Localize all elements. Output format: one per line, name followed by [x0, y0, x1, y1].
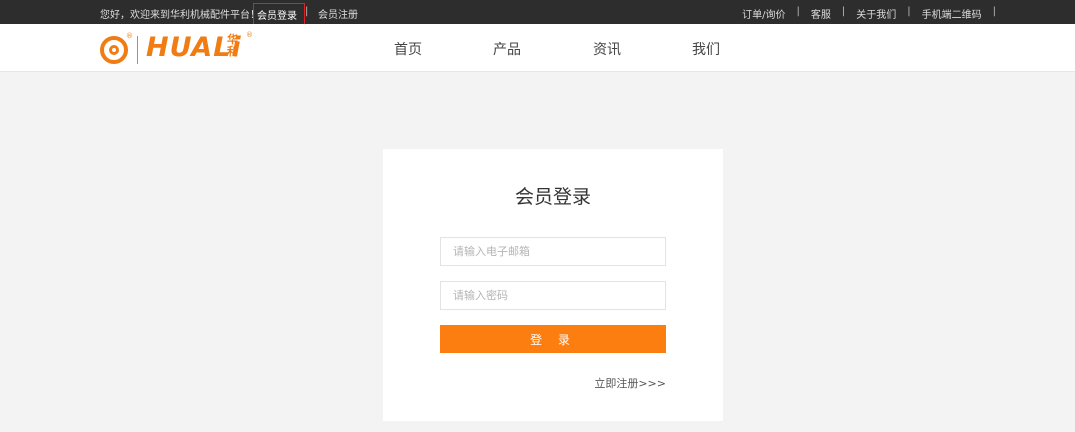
- top-right-links: 订单/询价 | 客服 | 关于我们 | 手机端二维码 |: [742, 6, 1007, 21]
- separator: |: [796, 6, 800, 17]
- separator: |: [841, 6, 846, 17]
- member-register-link[interactable]: 会员注册: [318, 6, 358, 21]
- login-button[interactable]: 登 录: [440, 325, 666, 353]
- nav-home[interactable]: 首页: [394, 39, 422, 59]
- site-header: ® HUALi 华利 ® 首页 产品 资讯 我们: [0, 24, 1075, 72]
- welcome-text: 您好，欢迎来到华利机械配件平台！: [100, 10, 260, 21]
- nav-about[interactable]: 我们: [692, 39, 720, 59]
- separator: |: [305, 6, 309, 17]
- customer-service-link[interactable]: 客服: [811, 6, 831, 21]
- login-card: 会员登录 登 录 立即注册>>>: [383, 149, 723, 421]
- logo-divider: [137, 36, 138, 64]
- email-input[interactable]: [440, 237, 666, 266]
- login-title: 会员登录: [514, 186, 591, 208]
- nav-news[interactable]: 资讯: [593, 39, 621, 59]
- logo-circle-icon: [100, 36, 128, 64]
- orders-inquiry-link[interactable]: 订单/询价: [742, 6, 785, 21]
- about-us-link[interactable]: 关于我们: [856, 6, 896, 21]
- nav-products[interactable]: 产品: [493, 39, 521, 59]
- registered-mark: ®: [246, 31, 253, 39]
- separator: |: [992, 6, 996, 17]
- top-bar: 您好，欢迎来到华利机械配件平台！ 会员登录 | 会员注册 订单/询价 | 客服 …: [0, 0, 1075, 27]
- mobile-qrcode-link[interactable]: 手机端二维码: [922, 6, 982, 21]
- register-now-link[interactable]: 立即注册>>>: [594, 375, 666, 391]
- registered-mark: ®: [126, 32, 133, 40]
- separator: |: [907, 6, 911, 17]
- password-input[interactable]: [440, 281, 666, 310]
- logo-chinese: 华利: [227, 33, 238, 58]
